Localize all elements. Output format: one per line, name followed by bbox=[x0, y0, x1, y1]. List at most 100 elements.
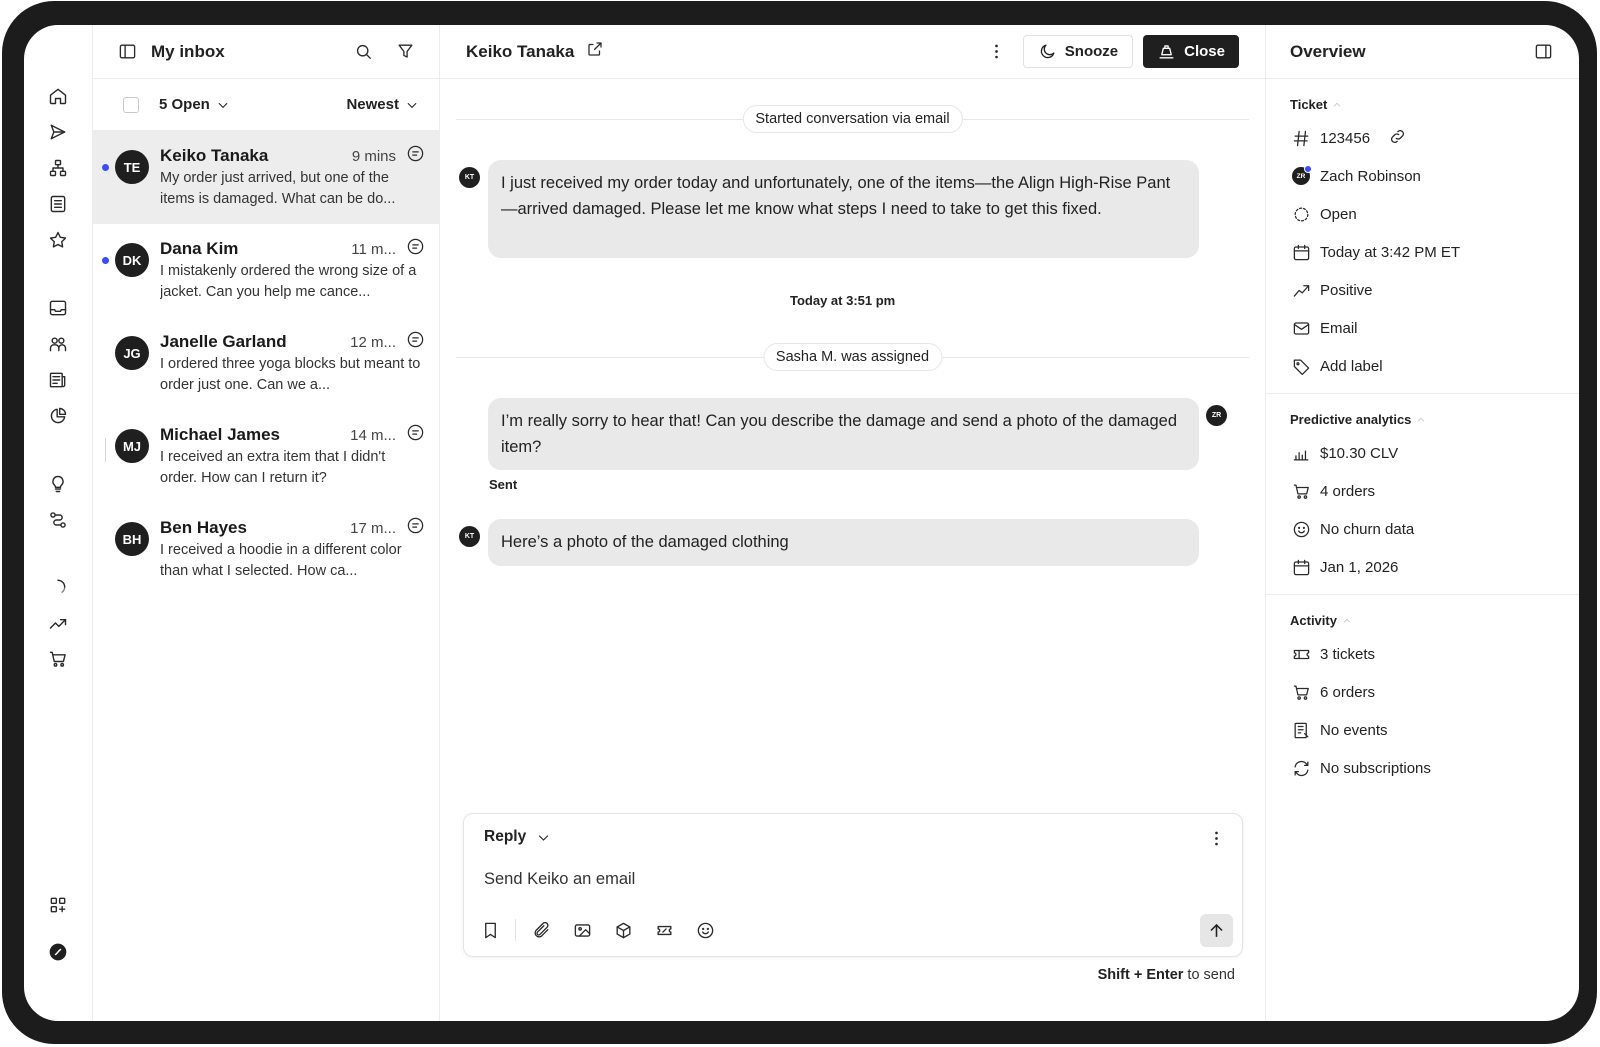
unread-dot bbox=[102, 257, 109, 264]
conversation-name: Keiko Tanaka bbox=[160, 146, 269, 165]
image-icon[interactable] bbox=[570, 918, 594, 942]
events-row[interactable]: No events bbox=[1290, 711, 1555, 749]
reply-mode-dropdown[interactable]: Reply bbox=[484, 828, 551, 846]
conversation-item[interactable]: JG Janelle Garland 12 m... I ordered thre… bbox=[93, 317, 439, 410]
conversation-item[interactable]: BH Ben Hayes 17 m... I received a hoodie … bbox=[93, 503, 439, 596]
ticket-section: Ticket 123456 ZR Zach Robinson Open Toda… bbox=[1266, 79, 1579, 394]
chevron-down-icon bbox=[218, 102, 228, 108]
chat-bubble-icon bbox=[406, 330, 425, 354]
tickets-value: 3 tickets bbox=[1320, 645, 1376, 663]
send-nav-icon[interactable] bbox=[46, 120, 70, 144]
emoji-icon[interactable] bbox=[693, 918, 717, 942]
composer-toolbar bbox=[478, 918, 717, 942]
chat-bubble-icon bbox=[406, 237, 425, 261]
newspaper-icon[interactable] bbox=[46, 368, 70, 392]
activity-section-toggle[interactable]: Activity bbox=[1290, 613, 1555, 628]
discount-ticket-icon[interactable] bbox=[652, 918, 676, 942]
channel-row: Email bbox=[1290, 309, 1555, 347]
conversation-list: TE Keiko Tanaka 9 mins My order just arri… bbox=[93, 131, 439, 596]
status-filter-dropdown[interactable]: 5 Open bbox=[159, 96, 230, 113]
more-options-icon[interactable] bbox=[985, 40, 1009, 64]
activity-section-title: Activity bbox=[1290, 613, 1337, 628]
conversation-item[interactable]: DK Dana Kim 11 m... I mistakenly ordered … bbox=[93, 224, 439, 317]
ticket-section-toggle[interactable]: Ticket bbox=[1290, 97, 1555, 112]
external-link-icon[interactable] bbox=[574, 40, 604, 63]
filter-icon[interactable] bbox=[393, 40, 417, 64]
trend-up-icon bbox=[1290, 279, 1312, 301]
close-button[interactable]: Close bbox=[1143, 35, 1239, 68]
account-avatar-icon[interactable] bbox=[46, 940, 70, 964]
conversation-name: Janelle Garland bbox=[160, 332, 287, 351]
predictive-section: Predictive analytics $10.30 CLV 4 orders… bbox=[1266, 394, 1579, 595]
created-value: Today at 3:42 PM ET bbox=[1320, 243, 1461, 261]
channel-value: Email bbox=[1320, 319, 1358, 337]
bookmark-icon[interactable] bbox=[478, 918, 502, 942]
created-row: Today at 3:42 PM ET bbox=[1290, 233, 1555, 271]
orders-row[interactable]: 6 orders bbox=[1290, 673, 1555, 711]
sent-status: Sent bbox=[489, 477, 518, 492]
status-row[interactable]: Open bbox=[1290, 195, 1555, 233]
paperclip-icon[interactable] bbox=[529, 918, 553, 942]
conversation-preview: I received an extra item that I didn't o… bbox=[160, 449, 386, 486]
select-all-checkbox[interactable] bbox=[123, 96, 139, 113]
ticket-number: 123456 bbox=[1320, 129, 1371, 147]
link-icon[interactable] bbox=[1388, 127, 1407, 150]
sidebar-toggle-icon[interactable] bbox=[115, 40, 139, 64]
cart-icon bbox=[1290, 681, 1312, 703]
inbox-filter-bar: 5 Open Newest bbox=[93, 79, 439, 131]
conversation-time: 17 m... bbox=[350, 519, 396, 537]
avatar: BH bbox=[115, 522, 149, 556]
conversation-time: 9 mins bbox=[351, 147, 396, 165]
conversation-header: Keiko Tanaka Snooze Close bbox=[440, 25, 1265, 79]
cart-icon bbox=[1290, 480, 1312, 502]
clv-row: $10.30 CLV bbox=[1290, 434, 1555, 472]
reply-input[interactable] bbox=[484, 870, 1084, 889]
predictive-section-toggle[interactable]: Predictive analytics bbox=[1290, 412, 1555, 427]
workflow-icon[interactable] bbox=[46, 508, 70, 532]
tickets-row[interactable]: 3 tickets bbox=[1290, 635, 1555, 673]
snooze-label: Snooze bbox=[1064, 43, 1119, 60]
snooze-button[interactable]: Snooze bbox=[1022, 35, 1134, 68]
subscriptions-row[interactable]: No subscriptions bbox=[1290, 749, 1555, 787]
home-icon[interactable] bbox=[46, 84, 70, 108]
package-icon[interactable] bbox=[611, 918, 635, 942]
star-icon[interactable] bbox=[46, 228, 70, 252]
agent-avatar: ZR bbox=[1206, 405, 1227, 426]
inbox-icon[interactable] bbox=[46, 296, 70, 320]
toolbar-divider bbox=[515, 919, 516, 941]
conversation-panel: Keiko Tanaka Snooze Close Started conver… bbox=[440, 25, 1266, 1021]
subscriptions-value: No subscriptions bbox=[1320, 759, 1431, 777]
conversation-preview: I received a hoodie in a different color… bbox=[160, 542, 402, 579]
conversation-preview: I mistakenly ordered the wrong size of a… bbox=[160, 263, 417, 300]
pie-chart-icon[interactable] bbox=[46, 404, 70, 428]
chevron-up-icon bbox=[1418, 417, 1425, 421]
search-icon[interactable] bbox=[351, 40, 375, 64]
ticket-icon bbox=[1290, 643, 1312, 665]
trend-icon[interactable] bbox=[46, 611, 70, 635]
apps-icon[interactable] bbox=[46, 893, 70, 917]
composer-more-icon[interactable] bbox=[1204, 826, 1228, 850]
sort-dropdown[interactable]: Newest bbox=[346, 96, 419, 113]
message-bubble: I’m really sorry to hear that! Can you d… bbox=[488, 398, 1199, 470]
org-chart-icon[interactable] bbox=[46, 156, 70, 180]
loading-icon[interactable] bbox=[46, 575, 70, 599]
cart-icon[interactable] bbox=[46, 647, 70, 671]
list-doc-icon[interactable] bbox=[46, 192, 70, 216]
conversation-item[interactable]: TE Keiko Tanaka 9 mins My order just arri… bbox=[93, 131, 439, 224]
conversation-item[interactable]: MJ Michael James 14 m... I received an ex… bbox=[93, 410, 439, 503]
assignee-row[interactable]: ZR Zach Robinson bbox=[1290, 157, 1555, 195]
send-button[interactable] bbox=[1200, 914, 1233, 947]
users-icon[interactable] bbox=[46, 332, 70, 356]
avatar: MJ bbox=[115, 429, 149, 463]
lightbulb-icon[interactable] bbox=[46, 472, 70, 496]
nav-rail bbox=[24, 25, 93, 1021]
sort-label: Newest bbox=[346, 96, 399, 113]
chevron-down-icon bbox=[407, 102, 417, 108]
message-timestamp: Today at 3:51 pm bbox=[790, 293, 896, 308]
predicted-date-row: Jan 1, 2026 bbox=[1290, 548, 1555, 586]
customer-avatar: KT bbox=[459, 167, 480, 188]
bar-chart-icon bbox=[1290, 442, 1312, 464]
panel-toggle-icon[interactable] bbox=[1531, 40, 1555, 64]
moon-icon bbox=[1040, 44, 1055, 59]
add-label-row[interactable]: Add label bbox=[1290, 347, 1555, 385]
